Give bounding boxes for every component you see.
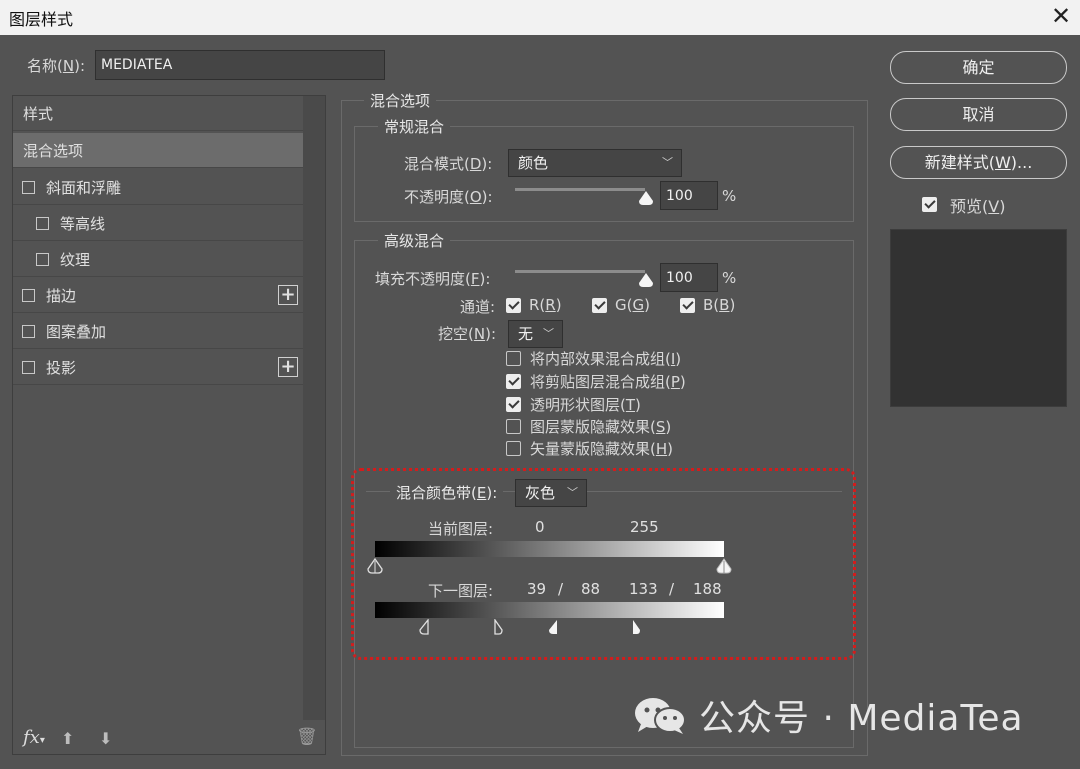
knockout-label: 挖空(N):	[438, 325, 496, 343]
watermark: 公众号 · MediaTea	[633, 689, 1024, 741]
blend-clipped-checkbox[interactable]	[506, 374, 521, 389]
sidebar-item-contour[interactable]: 等高线	[13, 206, 303, 241]
opacity-label: 不透明度(O):	[404, 188, 493, 206]
sidebar-item-texture[interactable]: 纹理	[13, 242, 303, 277]
drop-shadow-checkbox[interactable]	[22, 361, 35, 374]
sidebar-item-pattern-overlay[interactable]: 图案叠加	[13, 314, 303, 349]
blending-options-title: 混合选项	[364, 90, 437, 111]
knockout-select[interactable]: 无 ﹀	[508, 320, 563, 348]
channel-b-checkbox[interactable]	[680, 298, 695, 313]
fill-opacity-label: 填充不透明度(F):	[375, 270, 491, 288]
blend-if-highlight	[351, 468, 856, 660]
trash-icon[interactable]: 🗑	[296, 727, 318, 747]
sidebar-item-stroke[interactable]: 描边 +	[13, 278, 303, 313]
add-drop-shadow-plus-icon[interactable]: +	[278, 357, 298, 377]
name-input[interactable]: MEDIATEA	[95, 50, 385, 80]
title-bar	[0, 0, 1080, 35]
preview-thumbnail	[890, 229, 1067, 407]
opacity-unit: %	[722, 187, 737, 205]
move-down-icon[interactable]: ⬇	[99, 729, 112, 748]
layer-mask-hides-checkbox[interactable]	[506, 419, 521, 434]
texture-checkbox[interactable]	[36, 253, 49, 266]
sidebar-item-drop-shadow[interactable]: 投影 +	[13, 350, 303, 385]
name-label: 名称(N):	[27, 57, 85, 75]
move-up-icon[interactable]: ⬆	[61, 729, 74, 748]
opacity-input[interactable]: 100	[660, 181, 718, 210]
stroke-checkbox[interactable]	[22, 289, 35, 302]
blend-interior-checkbox[interactable]	[506, 351, 521, 366]
ok-button[interactable]: 确定	[890, 51, 1067, 84]
new-style-button[interactable]: 新建样式(W)...	[890, 146, 1067, 179]
fill-opacity-input[interactable]: 100	[660, 263, 718, 292]
chevron-down-icon: ﹀	[543, 327, 554, 340]
fx-icon[interactable]: fx▾	[23, 727, 45, 748]
sidebar-item-blending-options[interactable]: 混合选项	[13, 133, 303, 168]
style-header: 样式	[13, 96, 303, 131]
close-icon[interactable]: ✕	[1048, 2, 1074, 30]
advanced-blending-title: 高级混合	[378, 230, 451, 251]
fill-opacity-slider-track[interactable]	[515, 270, 645, 273]
fill-opacity-unit: %	[722, 269, 737, 287]
fill-opacity-slider-thumb[interactable]	[638, 272, 654, 288]
opacity-slider-thumb[interactable]	[638, 190, 654, 206]
opacity-slider-track[interactable]	[515, 188, 645, 191]
sidebar-item-bevel-emboss[interactable]: 斜面和浮雕	[13, 170, 303, 205]
blend-mode-label: 混合模式(D):	[404, 155, 493, 173]
vector-mask-hides-checkbox[interactable]	[506, 441, 521, 456]
contour-checkbox[interactable]	[36, 217, 49, 230]
preview-checkbox[interactable]	[922, 197, 937, 212]
transparency-shapes-checkbox[interactable]	[506, 397, 521, 412]
channel-r-checkbox[interactable]	[506, 298, 521, 313]
bevel-emboss-checkbox[interactable]	[22, 181, 35, 194]
window-title: 图层样式	[9, 10, 74, 29]
cancel-button[interactable]: 取消	[890, 98, 1067, 131]
channels-label: 通道:	[460, 298, 496, 316]
add-stroke-plus-icon[interactable]: +	[278, 285, 298, 305]
channel-g-checkbox[interactable]	[592, 298, 607, 313]
general-blending-title: 常规混合	[378, 116, 451, 137]
wechat-icon	[633, 696, 689, 736]
style-list-scrollbar[interactable]	[303, 96, 325, 720]
chevron-down-icon: ﹀	[662, 156, 673, 169]
pattern-overlay-checkbox[interactable]	[22, 325, 35, 338]
blend-mode-select[interactable]: 颜色 ﹀	[508, 149, 682, 177]
